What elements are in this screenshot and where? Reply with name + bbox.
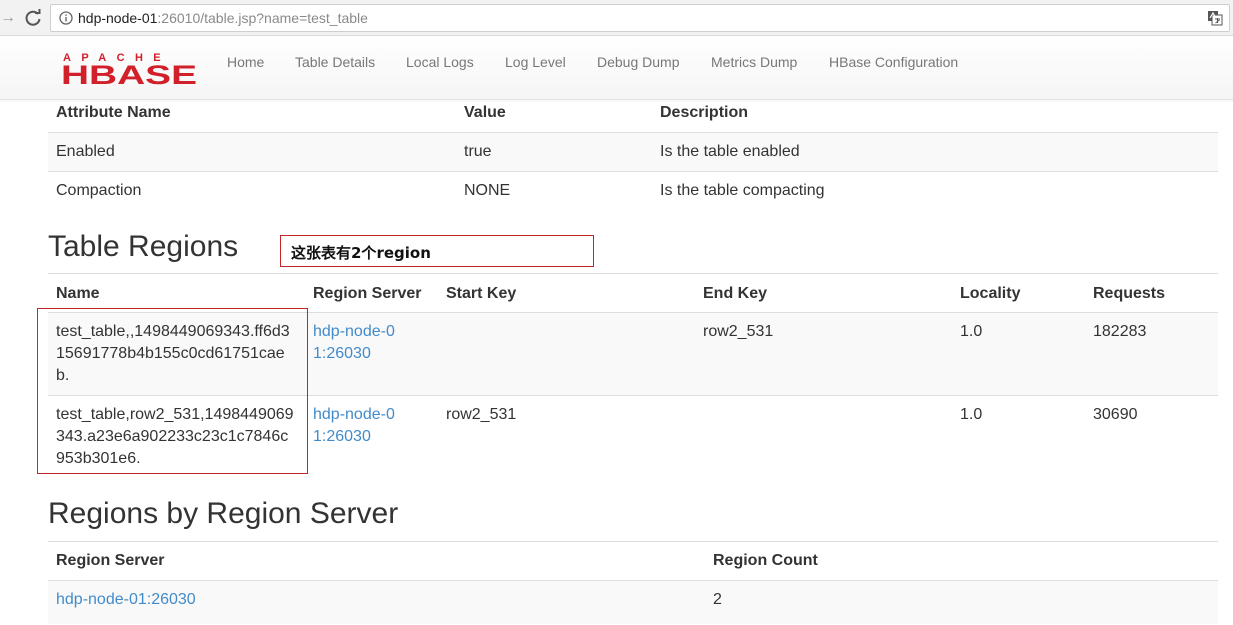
attributes-header-row: Attribute Name Value Description [48,100,1218,133]
translate-icon[interactable] [1207,10,1223,26]
hbase-logo[interactable]: APACHE HBASE [60,50,200,90]
hbase-navbar: APACHE HBASE Home Table Details Local Lo… [0,36,1233,100]
browser-toolbar: → hdp-node-01:26010/table.jsp?name=test_… [0,0,1233,36]
url-text[interactable]: hdp-node-01:26010/table.jsp?name=test_ta… [78,10,368,26]
attribute-description: Is the table compacting [660,182,825,199]
url-path: :26010/table.jsp?name=test_table [157,10,368,26]
nav-home[interactable]: Home [227,54,264,70]
region-count: 2 [713,591,722,608]
region-server-link[interactable]: hdp-node-01:26030 [56,589,196,611]
nav-log-level[interactable]: Log Level [505,54,566,70]
region-server-link[interactable]: hdp-node-01:26030 [313,404,398,448]
regions-header-row: Name Region Server Start Key End Key Loc… [48,273,1218,313]
table-row: Compaction NONE Is the table compacting [48,171,1218,210]
attribute-name: Enabled [56,143,115,160]
nav-local-logs[interactable]: Local Logs [406,54,474,70]
start-key: row2_531 [446,406,517,423]
attribute-name: Compaction [56,182,142,199]
regions-by-server-title: Regions by Region Server [48,497,399,530]
locality: 1.0 [960,323,983,340]
annotation-box: 这张表有2个region [280,235,594,267]
region-server-link[interactable]: hdp-node-01:26030 [313,321,398,365]
locality: 1.0 [960,406,983,423]
nav-metrics-dump[interactable]: Metrics Dump [711,54,797,70]
nav-debug-dump[interactable]: Debug Dump [597,54,680,70]
header-description: Description [660,104,749,121]
hbase-logo-graphic: APACHE HBASE [61,52,197,90]
server-header-row: Region Server Region Count [48,541,1218,581]
header-attribute-name: Attribute Name [56,104,171,121]
header-region-server: Region Server [56,552,165,569]
header-region-count: Region Count [713,552,818,569]
requests: 182283 [1093,323,1147,340]
attribute-value: NONE [464,182,511,199]
url-host: hdp-node-01 [78,10,158,26]
reload-icon[interactable] [22,7,44,29]
header-end-key: End Key [703,285,768,302]
table-regions-title: Table Regions [48,230,239,263]
forward-arrow-icon[interactable]: → [0,8,16,28]
attribute-value: true [464,143,492,160]
requests: 30690 [1093,406,1138,423]
table-row: Enabled true Is the table enabled [48,132,1218,171]
header-name: Name [56,285,100,302]
header-value: Value [464,104,506,121]
address-bar[interactable]: hdp-node-01:26010/table.jsp?name=test_ta… [50,4,1230,32]
header-locality: Locality [960,285,1021,302]
header-start-key: Start Key [446,285,517,302]
header-region-server: Region Server [313,285,422,302]
info-icon[interactable] [59,11,73,25]
region-names-highlight [37,308,308,474]
header-requests: Requests [1093,285,1166,302]
attribute-description: Is the table enabled [660,143,800,160]
table-row: hdp-node-01:26030 2 [48,580,1218,624]
end-key: row2_531 [703,323,774,340]
nav-table-details[interactable]: Table Details [295,54,375,70]
nav-hbase-configuration[interactable]: HBase Configuration [829,54,958,70]
annotation-text: 这张表有2个region [291,244,431,262]
logo-hbase-text: HBASE [61,60,197,86]
